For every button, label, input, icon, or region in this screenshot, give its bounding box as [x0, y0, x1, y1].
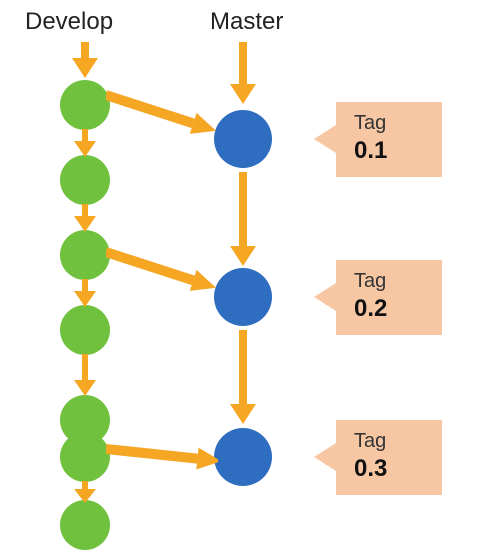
git-branch-diagram: Develop Master — [0, 0, 500, 553]
develop-commit — [60, 155, 110, 205]
develop-commit — [60, 432, 110, 482]
tag-pointer-icon — [314, 283, 336, 311]
tag-callout: Tag 0.2 — [336, 260, 442, 335]
arrow-down-icon — [74, 279, 96, 312]
arrow-down-icon — [230, 42, 256, 109]
tag-callout: Tag 0.1 — [336, 102, 442, 177]
arrow-down-icon — [230, 172, 256, 271]
arrow-down-icon — [74, 204, 96, 237]
develop-commit — [60, 305, 110, 355]
tag-pointer-icon — [314, 125, 336, 153]
master-branch-label: Master — [210, 8, 283, 36]
arrow-down-icon — [230, 330, 256, 429]
develop-commit — [60, 230, 110, 280]
master-commit — [214, 428, 272, 486]
develop-commit — [60, 80, 110, 130]
merge-arrow-icon — [106, 442, 218, 487]
merge-arrow-icon — [106, 88, 218, 149]
arrow-down-icon — [74, 129, 96, 162]
tag-version: 0.1 — [354, 137, 424, 165]
merge-arrow-icon — [106, 245, 218, 306]
arrow-down-icon — [72, 42, 98, 83]
tag-pointer-icon — [314, 443, 336, 471]
tag-label: Tag — [354, 112, 424, 135]
develop-branch-label: Develop — [25, 8, 113, 36]
tag-label: Tag — [354, 270, 424, 293]
tag-callout: Tag 0.3 — [336, 420, 442, 495]
arrow-down-icon — [74, 354, 96, 401]
arrow-down-icon — [74, 481, 96, 508]
tag-version: 0.3 — [354, 455, 424, 483]
tag-version: 0.2 — [354, 295, 424, 323]
tag-label: Tag — [354, 430, 424, 453]
master-commit — [214, 110, 272, 168]
master-commit — [214, 268, 272, 326]
